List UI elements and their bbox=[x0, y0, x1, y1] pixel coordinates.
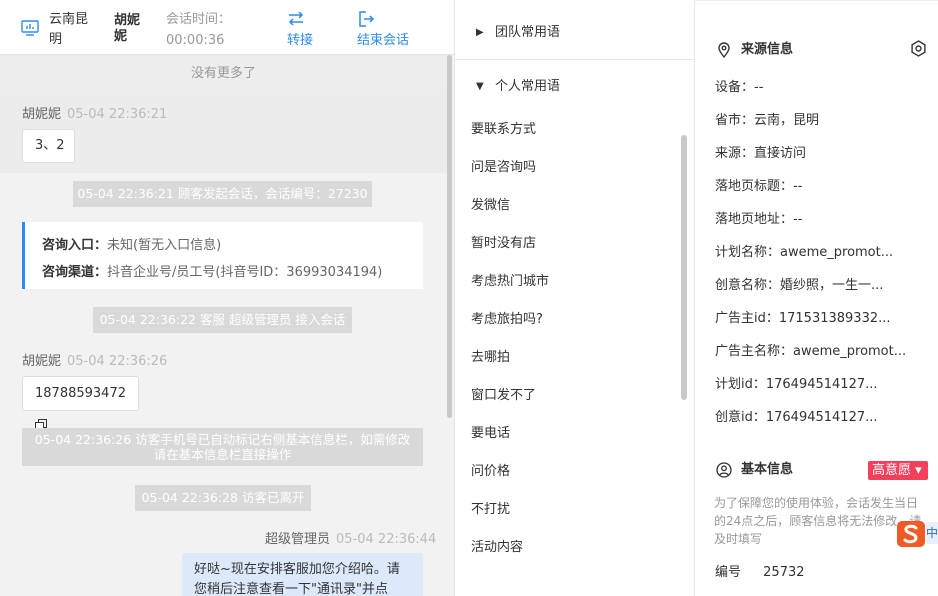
chat-header: 云南昆明 胡妮妮 会话时间： 00:00:36 转接 结束会话 bbox=[0, 0, 454, 55]
system-message: 05-04 22:36:28 访客已离开 bbox=[135, 485, 311, 511]
team-phrases-group[interactable]: ▶ 团队常用语 bbox=[455, 5, 695, 60]
visitor-id-value: 25732 bbox=[763, 565, 805, 580]
system-message-line: 请在基本信息栏直接操作 bbox=[153, 447, 292, 462]
intent-level-dropdown[interactable]: 高意愿 ▾ bbox=[868, 461, 928, 480]
visitor-id-row: 编号 25732 bbox=[715, 563, 915, 583]
message-time: 05-04 22:36:44 bbox=[336, 532, 437, 547]
input-method-mode: 中 bbox=[926, 522, 938, 544]
visitor-id-label: 编号 bbox=[715, 565, 742, 580]
chat-scrollbar[interactable] bbox=[447, 55, 452, 418]
chat-panel: 云南昆明 胡妮妮 会话时间： 00:00:36 转接 结束会话 没有更多了 胡妮… bbox=[0, 0, 455, 596]
basic-info-header: 基本信息 bbox=[716, 460, 793, 480]
phrase-item[interactable]: 暂时没有店 bbox=[471, 234, 536, 254]
message-meta: 超级管理员 05-04 22:36:44 bbox=[265, 528, 436, 547]
source-field: 创意名称：婚纱照，一生一... bbox=[715, 278, 884, 293]
visitor-message-bubble: 3、2 bbox=[22, 129, 75, 163]
source-field: 计划id：176494514127... bbox=[715, 377, 878, 392]
chat-workbench: 云南昆明 胡妮妮 会话时间： 00:00:36 转接 结束会话 没有更多了 胡妮… bbox=[0, 0, 938, 596]
phrase-item[interactable]: 考虑热门城市 bbox=[471, 272, 549, 292]
source-field: 计划名称：aweme_promot... bbox=[715, 245, 894, 260]
agent-message-bubble: 好哒~现在安排客服加您介绍哈。请您稍后注意查看一下"通讯录"并点 bbox=[182, 553, 423, 596]
phrase-item[interactable]: 要电话 bbox=[471, 424, 510, 444]
entry-value: 未知(暂无入口信息) bbox=[107, 238, 222, 253]
phrase-item[interactable]: 问价格 bbox=[471, 462, 510, 482]
user-icon bbox=[716, 462, 732, 478]
visitor-location: 云南昆明 bbox=[49, 12, 89, 47]
source-field: 省市：云南，昆明 bbox=[715, 113, 820, 128]
channel-row: 咨询渠道：抖音企业号/员工号(抖音号ID：36993034194) bbox=[42, 259, 423, 286]
source-field: 广告主名称：aweme_promot... bbox=[715, 344, 907, 359]
message-time: 05-04 22:36:21 bbox=[67, 107, 168, 122]
phrase-item[interactable]: 问是咨询吗 bbox=[471, 158, 536, 178]
message-meta: 胡妮妮 05-04 22:36:21 bbox=[22, 103, 167, 122]
exit-icon bbox=[359, 11, 375, 27]
session-time-label: 会话时间： bbox=[166, 12, 232, 27]
source-field: 创意id：176494514127... bbox=[715, 410, 878, 425]
transfer-label: 转接 bbox=[287, 33, 314, 48]
phrase-item[interactable]: 窗口发不了 bbox=[471, 386, 536, 406]
source-info-header: 来源信息 bbox=[716, 40, 793, 60]
caret-right-icon: ▶ bbox=[476, 27, 484, 38]
source-info-title: 来源信息 bbox=[741, 42, 794, 57]
source-field: 来源：直接访问 bbox=[715, 146, 807, 161]
edit-deadline-notice: 为了保障您的使用体验，会话发生当日的24点之后，顾客信息将无法修改，请及时填写 bbox=[714, 496, 922, 546]
team-phrases-label: 团队常用语 bbox=[495, 25, 561, 40]
transfer-icon bbox=[288, 11, 304, 26]
system-message-line: 05-04 22:36:26 访客手机号已自动标记右侧基本信息栏，如需修改 bbox=[34, 432, 411, 447]
visitor-info-panel: 来源信息 设备：-- 省市：云南，昆明 来源：直接访问 落地页标题：-- 落地页… bbox=[695, 0, 938, 596]
monitor-icon bbox=[21, 20, 39, 36]
location-pin-icon bbox=[718, 42, 730, 58]
entry-label: 咨询入口： bbox=[42, 238, 108, 253]
quick-phrases-panel: ▶ 团队常用语 ▼ 个人常用语 要联系方式 问是咨询吗 发微信 暂时没有店 考虑… bbox=[455, 0, 695, 596]
source-info-card: 咨询入口：未知(暂无入口信息) 咨询渠道：抖音企业号/员工号(抖音号ID：369… bbox=[22, 222, 423, 289]
end-session-button[interactable]: 结束会话 bbox=[357, 10, 409, 51]
message-time: 05-04 22:36:26 bbox=[67, 354, 168, 369]
settings-icon[interactable] bbox=[910, 40, 927, 57]
personal-phrases-label: 个人常用语 bbox=[495, 79, 561, 94]
visitor-name: 胡妮妮 bbox=[114, 13, 141, 44]
message-meta: 胡妮妮 05-04 22:36:26 bbox=[22, 350, 167, 369]
phrase-item[interactable]: 不打扰 bbox=[471, 500, 510, 520]
message-list[interactable]: 没有更多了 胡妮妮 05-04 22:36:21 3、2 05-04 22:36:… bbox=[0, 55, 454, 596]
entry-row: 咨询入口：未知(暂无入口信息) bbox=[42, 232, 423, 259]
phrase-item[interactable]: 要联系方式 bbox=[471, 120, 536, 140]
session-time-value: 00:00:36 bbox=[166, 33, 225, 48]
phrase-item[interactable]: 去哪拍 bbox=[471, 348, 510, 368]
caret-down-icon: ▼ bbox=[476, 81, 484, 92]
channel-value: 抖音企业号/员工号(抖音号ID：36993034194) bbox=[107, 265, 383, 280]
end-session-label: 结束会话 bbox=[357, 33, 410, 48]
source-field: 广告主id：171531389332... bbox=[715, 311, 891, 326]
phrases-scrollbar[interactable] bbox=[681, 135, 687, 400]
system-message: 05-04 22:36:21 顾客发起会话，会话编号：27230 bbox=[73, 181, 372, 207]
transfer-button[interactable]: 转接 bbox=[287, 10, 313, 51]
personal-phrases-group[interactable]: ▼ 个人常用语 bbox=[455, 59, 695, 114]
source-field: 落地页标题：-- bbox=[715, 179, 803, 194]
visitor-message-bubble: 18788593472 bbox=[22, 376, 139, 431]
sender-name: 超级管理员 bbox=[265, 532, 331, 547]
channel-label: 咨询渠道： bbox=[42, 265, 108, 280]
sender-name: 胡妮妮 bbox=[22, 107, 62, 122]
source-field: 设备：-- bbox=[715, 80, 764, 95]
source-field: 落地页地址：-- bbox=[715, 212, 803, 227]
sender-name: 胡妮妮 bbox=[22, 354, 62, 369]
system-message: 05-04 22:36:26 访客手机号已自动标记右侧基本信息栏，如需修改 请在… bbox=[22, 428, 423, 466]
phrase-item[interactable]: 发微信 bbox=[471, 196, 510, 216]
phone-number-text: 18788593472 bbox=[35, 386, 126, 401]
basic-info-title: 基本信息 bbox=[741, 462, 794, 477]
no-more-messages: 没有更多了 bbox=[0, 55, 447, 93]
phrase-item[interactable]: 考虑旅拍吗? bbox=[471, 310, 543, 330]
phrase-item[interactable]: 活动内容 bbox=[471, 538, 523, 558]
system-message: 05-04 22:36:22 客服 超级管理员 接入会话 bbox=[93, 307, 352, 333]
input-method-icon[interactable] bbox=[896, 520, 926, 548]
